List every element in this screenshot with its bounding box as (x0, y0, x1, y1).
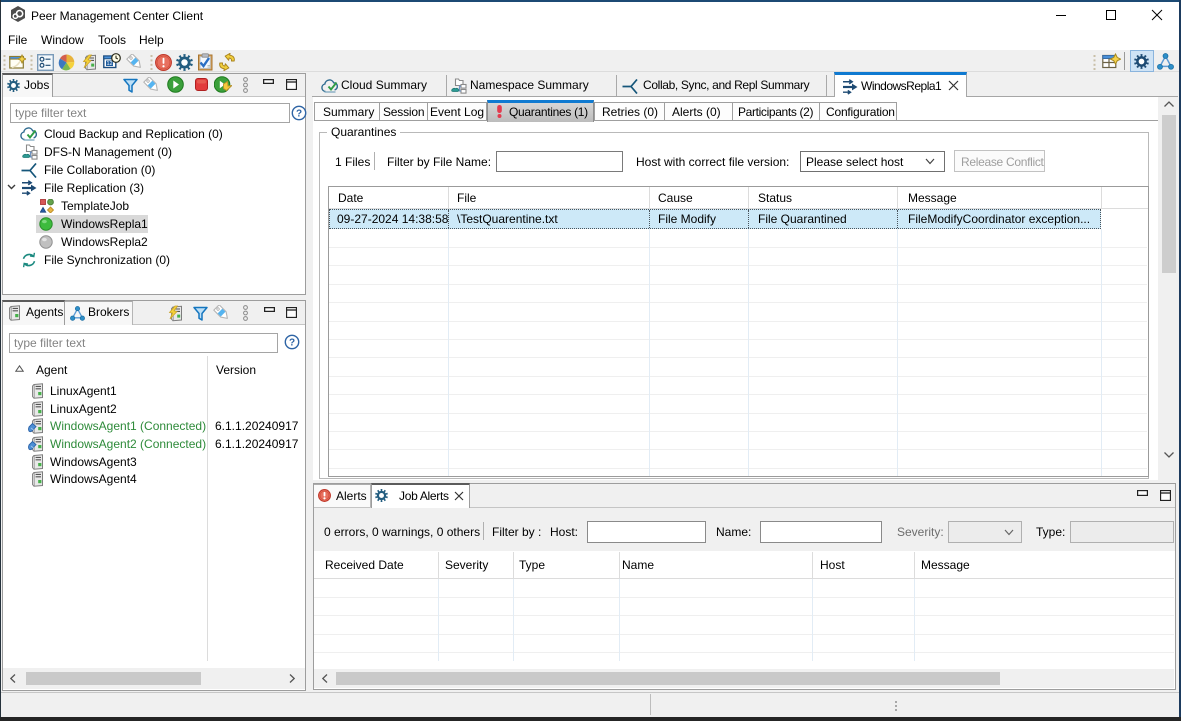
svg-text:12: 12 (106, 61, 112, 67)
svg-text:?: ? (289, 338, 295, 349)
svg-text:?: ? (296, 109, 302, 120)
